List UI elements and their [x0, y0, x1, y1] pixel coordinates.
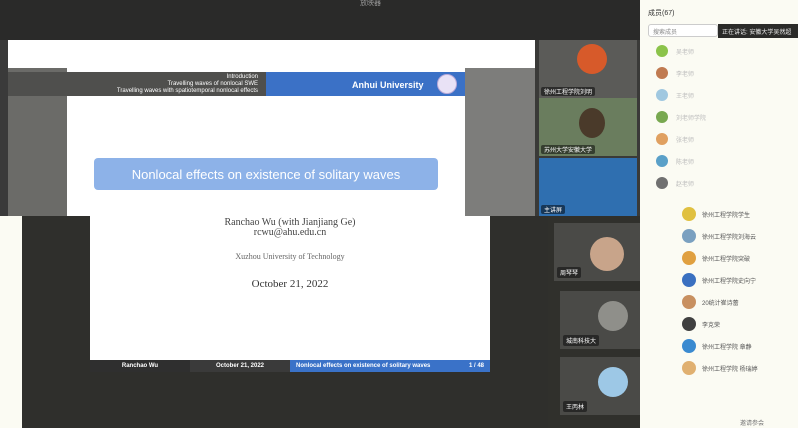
window-titlebar: 放映器 — [0, 0, 640, 40]
meeting-window: Ranchao Wu (with Jianjiang Ge) rcwu@ahu.… — [0, 0, 798, 428]
participant-avatar — [598, 301, 628, 331]
member-avatar — [682, 273, 696, 287]
university-logo-icon — [437, 74, 457, 94]
member-row[interactable]: 徐州工程学院刘海云 — [682, 228, 756, 244]
member-name: 徐州工程学院 杨瑞婷 — [702, 366, 758, 373]
invite-button[interactable]: 邀请参会 — [740, 418, 764, 427]
university-name: Anhui University — [352, 80, 424, 90]
member-row[interactable]: 吴老师 — [656, 44, 694, 58]
participant-avatar — [577, 44, 607, 74]
member-name: 刘老师学院 — [676, 115, 707, 122]
member-name: 徐州工程学院 章静 — [702, 344, 752, 351]
slide-right-shade — [465, 68, 535, 216]
participant-avatar — [590, 237, 624, 271]
member-name: 李老师 — [676, 71, 695, 78]
participant-name: 王丙林 — [563, 401, 588, 412]
participant-name: 苏州大学安徽大学 — [541, 145, 596, 154]
participant-name: 城南科技大 — [563, 335, 600, 346]
member-row[interactable]: 李克荣 — [682, 316, 720, 332]
member-avatar — [682, 295, 696, 309]
shared-screen-bottom — [22, 372, 557, 428]
member-row[interactable]: 徐州工程学院史向宁 — [682, 272, 756, 288]
slide-nav: Introduction Travelling waves of nonloca… — [68, 74, 258, 95]
member-name: 赵老师 — [676, 181, 695, 188]
footer-author: Ranchao Wu — [90, 360, 190, 372]
member-name: 徐州工程学院突破 — [702, 256, 751, 263]
member-avatar — [682, 339, 696, 353]
slide-brand-bar: Anhui University — [266, 72, 465, 96]
member-avatar — [682, 207, 696, 221]
members-search-input[interactable]: 搜索成员 — [648, 24, 718, 37]
member-row[interactable]: 陈老师 — [656, 154, 694, 168]
slide-title-page: Ranchao Wu (with Jianjiang Ge) rcwu@ahu.… — [90, 215, 490, 360]
member-avatar — [682, 317, 696, 331]
member-name: 徐州工程学院刘海云 — [702, 234, 757, 241]
member-name: 张老师 — [676, 137, 695, 144]
member-row[interactable]: 刘老师学院 — [656, 110, 706, 124]
member-row[interactable]: 徐州工程学院学生 — [682, 206, 750, 222]
active-speaker-banner: 正在讲话: 安徽大学吴然超 — [718, 24, 798, 38]
member-name: 陈老师 — [676, 159, 695, 166]
member-name: 徐州工程学院史向宁 — [702, 278, 757, 285]
member-avatar — [656, 67, 668, 79]
video-tile[interactable]: 徐州工程学院刘明 — [539, 40, 637, 98]
member-name: 徐州工程学院学生 — [702, 212, 751, 219]
window-title: 放映器 — [360, 0, 381, 7]
window-left-edge — [0, 40, 8, 216]
video-tile[interactable]: 苏州大学安徽大学 — [539, 98, 637, 156]
member-name: 王老师 — [676, 93, 695, 100]
member-row[interactable]: 徐州工程学院突破 — [682, 250, 750, 266]
member-row[interactable]: 赵老师 — [656, 176, 694, 190]
slide-footer: Ranchao Wu October 21, 2022 Nonlocal eff… — [90, 360, 490, 372]
participant-video — [579, 108, 605, 138]
member-row[interactable]: 徐州工程学院 章静 — [682, 338, 752, 354]
slide-affiliation: Xuzhou University of Technology — [235, 252, 345, 261]
video-sidebar-top: 徐州工程学院刘明 苏州大学安徽大学 主讲屏 — [535, 40, 640, 216]
slide-email: rcwu@ahu.edu.cn — [253, 227, 327, 238]
member-avatar — [682, 361, 696, 375]
footer-date: October 21, 2022 — [190, 360, 290, 372]
member-name: 吴老师 — [676, 49, 695, 56]
nav-item: Travelling waves of nonlocal SWE — [167, 81, 258, 87]
nav-item: Travelling waves with spatiotemporal non… — [116, 88, 258, 94]
member-avatar — [656, 177, 668, 189]
member-avatar — [656, 133, 668, 145]
footer-title: Nonlocal effects on existence of solitar… — [296, 363, 431, 369]
participant-name: 周琴琴 — [557, 267, 582, 278]
footer-title-bar: Nonlocal effects on existence of solitar… — [290, 360, 490, 372]
member-avatar — [656, 111, 668, 123]
participant-name: 主讲屏 — [541, 205, 566, 214]
member-avatar — [682, 229, 696, 243]
participant-avatar — [598, 367, 628, 397]
member-avatar — [656, 89, 668, 101]
slide-section-page: Introduction Travelling waves of nonloca… — [8, 40, 535, 216]
footer-page: 1 / 48 — [468, 363, 484, 369]
slide-title: Nonlocal effects on existence of solitar… — [94, 158, 438, 190]
nav-item: Introduction — [226, 74, 258, 80]
participant-name: 徐州工程学院刘明 — [541, 87, 596, 96]
member-row[interactable]: 李老师 — [656, 66, 694, 80]
member-name: 李克荣 — [702, 322, 721, 329]
member-row[interactable]: 徐州工程学院 杨瑞婷 — [682, 360, 758, 376]
slide-date: October 21, 2022 — [251, 278, 329, 290]
member-row[interactable]: 20统计崔诗蕾 — [682, 294, 739, 310]
member-name: 20统计崔诗蕾 — [702, 300, 739, 307]
member-row[interactable]: 张老师 — [656, 132, 694, 146]
members-header: 成员(67) — [648, 10, 675, 17]
member-row[interactable]: 王老师 — [656, 88, 694, 102]
member-avatar — [656, 45, 668, 57]
member-avatar — [656, 155, 668, 167]
member-avatar — [682, 251, 696, 265]
video-tile[interactable]: 主讲屏 — [539, 158, 637, 216]
